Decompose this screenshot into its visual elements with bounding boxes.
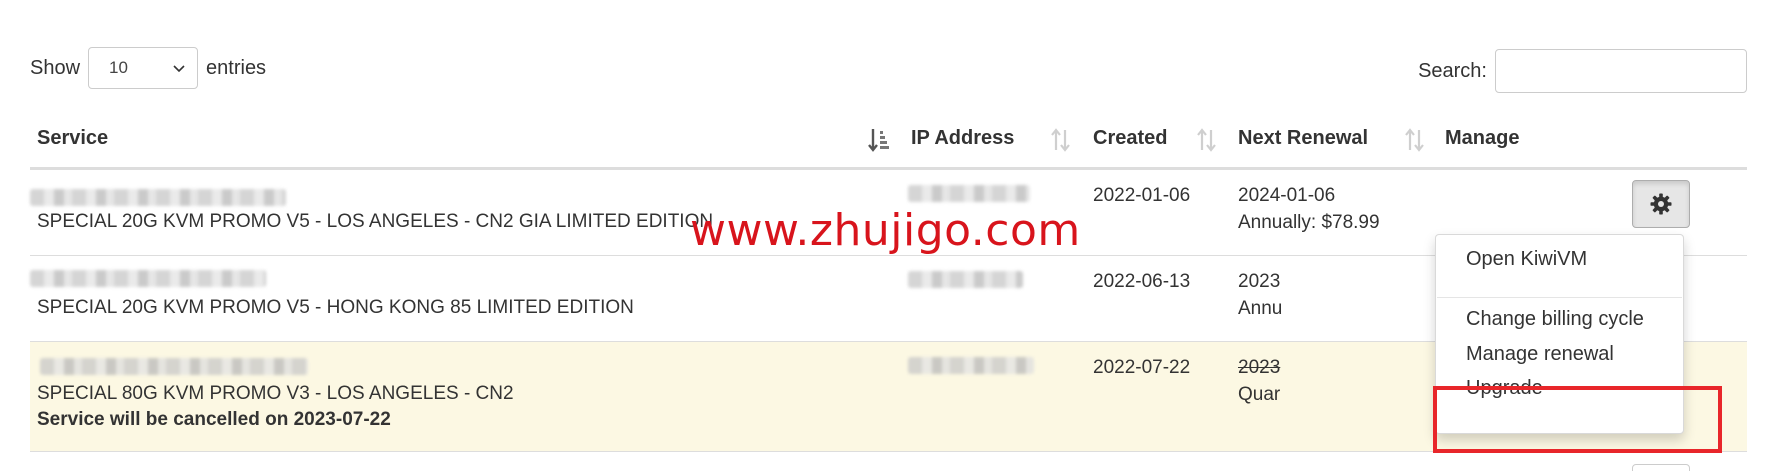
- search-input[interactable]: [1495, 49, 1747, 93]
- menu-item-change-billing-cycle[interactable]: Change billing cycle: [1466, 308, 1644, 331]
- service-product-name[interactable]: SPECIAL 20G KVM PROMO V5 - HONG KONG 85 …: [37, 294, 634, 321]
- service-product-name[interactable]: SPECIAL 80G KVM PROMO V3 - LOS ANGELES -…: [37, 380, 514, 407]
- created-date: 2022-01-06: [1093, 185, 1191, 206]
- cancellation-notice: Service will be cancelled on 2023-07-22: [37, 409, 391, 430]
- redacted-ip-address: [908, 271, 1023, 288]
- entries-select-value: 10: [109, 58, 128, 77]
- column-header-next-renewal[interactable]: Next Renewal: [1238, 127, 1368, 150]
- column-header-service[interactable]: Service: [37, 127, 108, 150]
- entries-label: entries: [206, 56, 267, 79]
- show-label: Show: [30, 56, 81, 79]
- service-product-name[interactable]: SPECIAL 20G KVM PROMO V5 - LOS ANGELES -…: [37, 208, 713, 235]
- renewal-date: 2023: [1238, 357, 1281, 378]
- renewal-cycle: Quar: [1238, 384, 1281, 405]
- menu-divider: [1437, 297, 1682, 298]
- column-header-manage: Manage: [1445, 127, 1520, 149]
- redacted-ip-address: [908, 185, 1030, 202]
- entries-length-control: Show 10 entries: [30, 47, 266, 89]
- column-header-created[interactable]: Created: [1093, 127, 1167, 150]
- column-header-ip[interactable]: IP Address: [911, 127, 1014, 150]
- renewal-cycle: Annu: [1238, 298, 1283, 319]
- services-page: Show 10 entries Search: Service IP Addre…: [0, 0, 1765, 471]
- redacted-hostname: [30, 270, 266, 287]
- search-control: Search:: [1418, 49, 1747, 93]
- watermark: www.zhujigo.com: [690, 205, 1081, 256]
- sort-both-icon[interactable]: [1404, 127, 1426, 153]
- menu-item-manage-renewal[interactable]: Manage renewal: [1466, 343, 1614, 366]
- sort-descending-icon[interactable]: [868, 127, 890, 153]
- gear-icon: [1650, 193, 1672, 215]
- table-header: Service IP Address Created Next Renewal …: [30, 117, 1747, 170]
- renewal-date: 2023: [1238, 271, 1281, 292]
- menu-item-open-kiwivm[interactable]: Open KiwiVM: [1466, 248, 1587, 271]
- redacted-hostname: [30, 189, 286, 206]
- redacted-hostname: [40, 358, 308, 375]
- created-date: 2022-06-13: [1093, 271, 1191, 292]
- manage-dropdown-button[interactable]: [1632, 180, 1690, 228]
- highlight-annotation: [1433, 386, 1722, 453]
- search-label: Search:: [1418, 59, 1487, 82]
- entries-select[interactable]: 10: [88, 47, 199, 89]
- manage-dropdown-button[interactable]: [1632, 464, 1690, 471]
- chevron-down-icon: [173, 65, 185, 73]
- sort-both-icon[interactable]: [1050, 127, 1072, 153]
- sort-both-icon[interactable]: [1196, 127, 1218, 153]
- redacted-ip-address: [908, 357, 1034, 374]
- renewal-cycle: Annually: $78.99: [1238, 212, 1380, 233]
- created-date: 2022-07-22: [1093, 357, 1191, 378]
- renewal-date: 2024-01-06: [1238, 185, 1336, 206]
